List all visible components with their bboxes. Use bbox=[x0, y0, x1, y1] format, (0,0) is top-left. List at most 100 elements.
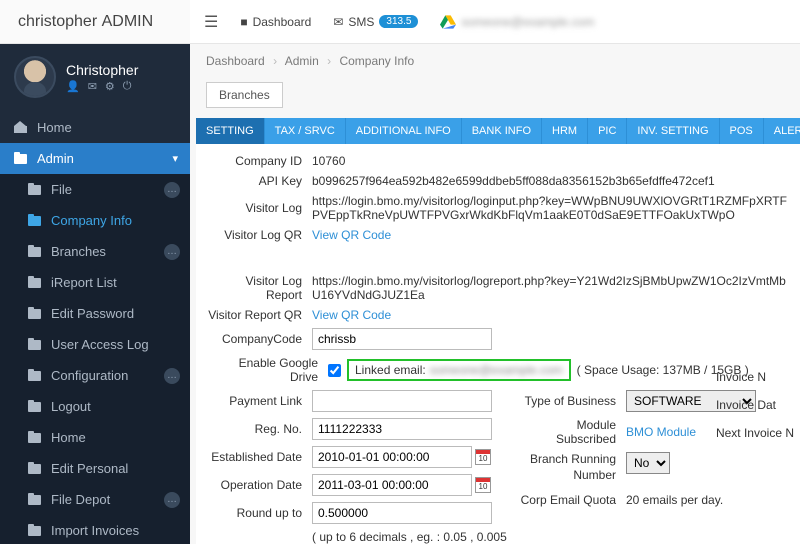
company-id-label: Company ID bbox=[208, 154, 312, 168]
sidebar-item-branches[interactable]: Branches… bbox=[0, 236, 190, 267]
topbar: ☰ ■ Dashboard ✉ SMS 313.5 someone@exampl… bbox=[190, 0, 800, 44]
tab-hrm[interactable]: HRM bbox=[542, 118, 588, 144]
calendar-icon[interactable] bbox=[475, 449, 491, 465]
settings-panel: Company ID10760 API Keyb0996257f964ea592… bbox=[196, 144, 800, 544]
breadcrumb-c: Company Info bbox=[339, 54, 414, 68]
tab-additional-info[interactable]: ADDITIONAL INFO bbox=[346, 118, 462, 144]
sidebar-item-admin[interactable]: Admin▾ bbox=[0, 143, 190, 174]
visitor-report-qr-link[interactable]: View QR Code bbox=[312, 308, 391, 322]
more-icon: … bbox=[164, 244, 180, 260]
enable-gdrive-label: Enable Google Drive bbox=[208, 356, 328, 384]
sidebar-item-home[interactable]: Home bbox=[0, 112, 190, 143]
folder-icon bbox=[28, 463, 41, 474]
corp-quota-value: 20 emails per day. bbox=[626, 493, 723, 507]
reg-no-label: Reg. No. bbox=[208, 422, 312, 436]
sidebar-item-label: iReport List bbox=[51, 275, 117, 290]
breadcrumb-sep: › bbox=[273, 54, 277, 68]
sidebar: Christopher 👤 ✉ ⚙ ⏻ Home Admin▾ File… Co… bbox=[0, 44, 190, 544]
content: Dashboard › Admin › Company Info Branche… bbox=[190, 44, 800, 544]
module-sub-label: Module Subscribed bbox=[516, 418, 626, 446]
gear-icon[interactable]: ⚙ bbox=[105, 80, 115, 93]
sidebar-item-label: Home bbox=[51, 430, 86, 445]
sidebar-item-ireport[interactable]: iReport List bbox=[0, 267, 190, 298]
sidebar-item-import-invoices[interactable]: Import Invoices bbox=[0, 515, 190, 544]
menu-toggle-icon[interactable]: ☰ bbox=[204, 12, 218, 32]
visitor-log-qr-label: Visitor Log QR bbox=[208, 228, 312, 242]
sidebar-item-company-info[interactable]: Company Info bbox=[0, 205, 190, 236]
reg-no-input[interactable] bbox=[312, 418, 492, 440]
mail-icon[interactable]: ✉ bbox=[88, 80, 97, 93]
sidebar-item-label: File Depot bbox=[51, 492, 110, 507]
tab-alerts[interactable]: ALERTS bbox=[764, 118, 800, 144]
sidebar-item-user-access-log[interactable]: User Access Log bbox=[0, 329, 190, 360]
branch-run-label: Branch Running Number bbox=[516, 452, 626, 483]
tab-tax-srvc[interactable]: TAX / SRVC bbox=[265, 118, 346, 144]
google-drive-icon bbox=[440, 15, 456, 29]
module-sub-link[interactable]: BMO Module bbox=[626, 425, 696, 439]
company-code-label: CompanyCode bbox=[208, 332, 312, 346]
more-icon: … bbox=[164, 492, 180, 508]
profile-block: Christopher 👤 ✉ ⚙ ⏻ bbox=[0, 44, 190, 112]
invoice-dat-label: Invoice Dat bbox=[716, 398, 794, 412]
next-invoice-n-label: Next Invoice N bbox=[716, 426, 794, 440]
branch-run-select[interactable]: No bbox=[626, 452, 670, 474]
sidebar-item-label: Configuration bbox=[51, 368, 128, 383]
sidebar-item-edit-password[interactable]: Edit Password bbox=[0, 298, 190, 329]
visitor-report-qr-label: Visitor Report QR bbox=[208, 308, 312, 322]
more-icon: … bbox=[164, 368, 180, 384]
enable-gdrive-checkbox[interactable] bbox=[328, 364, 341, 377]
visitor-log-report-value: https://login.bmo.my/visitorlog/logrepor… bbox=[312, 274, 788, 302]
api-key-value: b0996257f964ea592b482e6599ddbeb5ff088da8… bbox=[312, 174, 788, 188]
established-label: Established Date bbox=[208, 450, 312, 464]
folder-icon bbox=[28, 339, 41, 350]
breadcrumb-sep: › bbox=[327, 54, 331, 68]
visitor-log-report-label: Visitor Log Report bbox=[208, 274, 312, 302]
folder-icon bbox=[28, 370, 41, 381]
profile-quick-icons: 👤 ✉ ⚙ ⏻ bbox=[66, 80, 138, 93]
round-hint: ( up to 6 decimals , eg. : 0.05 , 0.005 … bbox=[312, 530, 508, 544]
company-code-input[interactable] bbox=[312, 328, 492, 350]
topbar-dashboard-label: Dashboard bbox=[253, 15, 312, 29]
tab-bank-info[interactable]: BANK INFO bbox=[462, 118, 542, 144]
topbar-dashboard-link[interactable]: ■ Dashboard bbox=[240, 15, 311, 29]
folder-icon bbox=[28, 184, 41, 195]
sidebar-item-edit-personal[interactable]: Edit Personal bbox=[0, 453, 190, 484]
sidebar-item-label: Logout bbox=[51, 399, 91, 414]
operation-label: Operation Date bbox=[208, 478, 312, 492]
power-icon[interactable]: ⏻ bbox=[123, 80, 132, 93]
tab-inv-setting[interactable]: INV. SETTING bbox=[627, 118, 719, 144]
tab-pic[interactable]: PIC bbox=[588, 118, 627, 144]
operation-input[interactable] bbox=[312, 474, 472, 496]
type-biz-label: Type of Business bbox=[516, 394, 626, 408]
sidebar-item-file[interactable]: File… bbox=[0, 174, 190, 205]
calendar-icon[interactable] bbox=[475, 477, 491, 493]
branches-button[interactable]: Branches bbox=[206, 82, 283, 108]
visitor-log-qr-link[interactable]: View QR Code bbox=[312, 228, 391, 242]
tab-setting[interactable]: SETTING bbox=[196, 118, 265, 144]
sidebar-item-file-depot[interactable]: File Depot … bbox=[0, 484, 190, 515]
established-input[interactable] bbox=[312, 446, 472, 468]
sidebar-item-label: Edit Personal bbox=[51, 461, 128, 476]
sidebar-item-home2[interactable]: Home bbox=[0, 422, 190, 453]
round-label: Round up to bbox=[208, 506, 312, 520]
sidebar-item-label: Company Info bbox=[51, 213, 132, 228]
avatar[interactable] bbox=[14, 56, 56, 98]
breadcrumb-b[interactable]: Admin bbox=[285, 54, 319, 68]
payment-link-input[interactable] bbox=[312, 390, 492, 412]
round-input[interactable] bbox=[312, 502, 492, 524]
visitor-log-label: Visitor Log bbox=[208, 201, 312, 215]
breadcrumb-a[interactable]: Dashboard bbox=[206, 54, 265, 68]
brand-suffix: ADMIN bbox=[102, 13, 154, 31]
topbar-sms-label: SMS bbox=[348, 15, 374, 29]
linked-email-box: Linked email: someone@example.com bbox=[347, 359, 571, 381]
linked-email-prefix: Linked email: bbox=[355, 363, 426, 377]
sidebar-item-logout[interactable]: Logout bbox=[0, 391, 190, 422]
user-icon[interactable]: 👤 bbox=[66, 80, 80, 93]
folder-icon bbox=[14, 153, 27, 164]
topbar-sms-link[interactable]: ✉ SMS 313.5 bbox=[333, 15, 418, 29]
sidebar-item-configuration[interactable]: Configuration … bbox=[0, 360, 190, 391]
topbar-drive-link[interactable]: someone@example.com bbox=[440, 15, 594, 29]
tab-pos[interactable]: POS bbox=[720, 118, 764, 144]
folder-icon bbox=[28, 215, 41, 226]
chevron-down-icon: ▾ bbox=[172, 152, 178, 165]
